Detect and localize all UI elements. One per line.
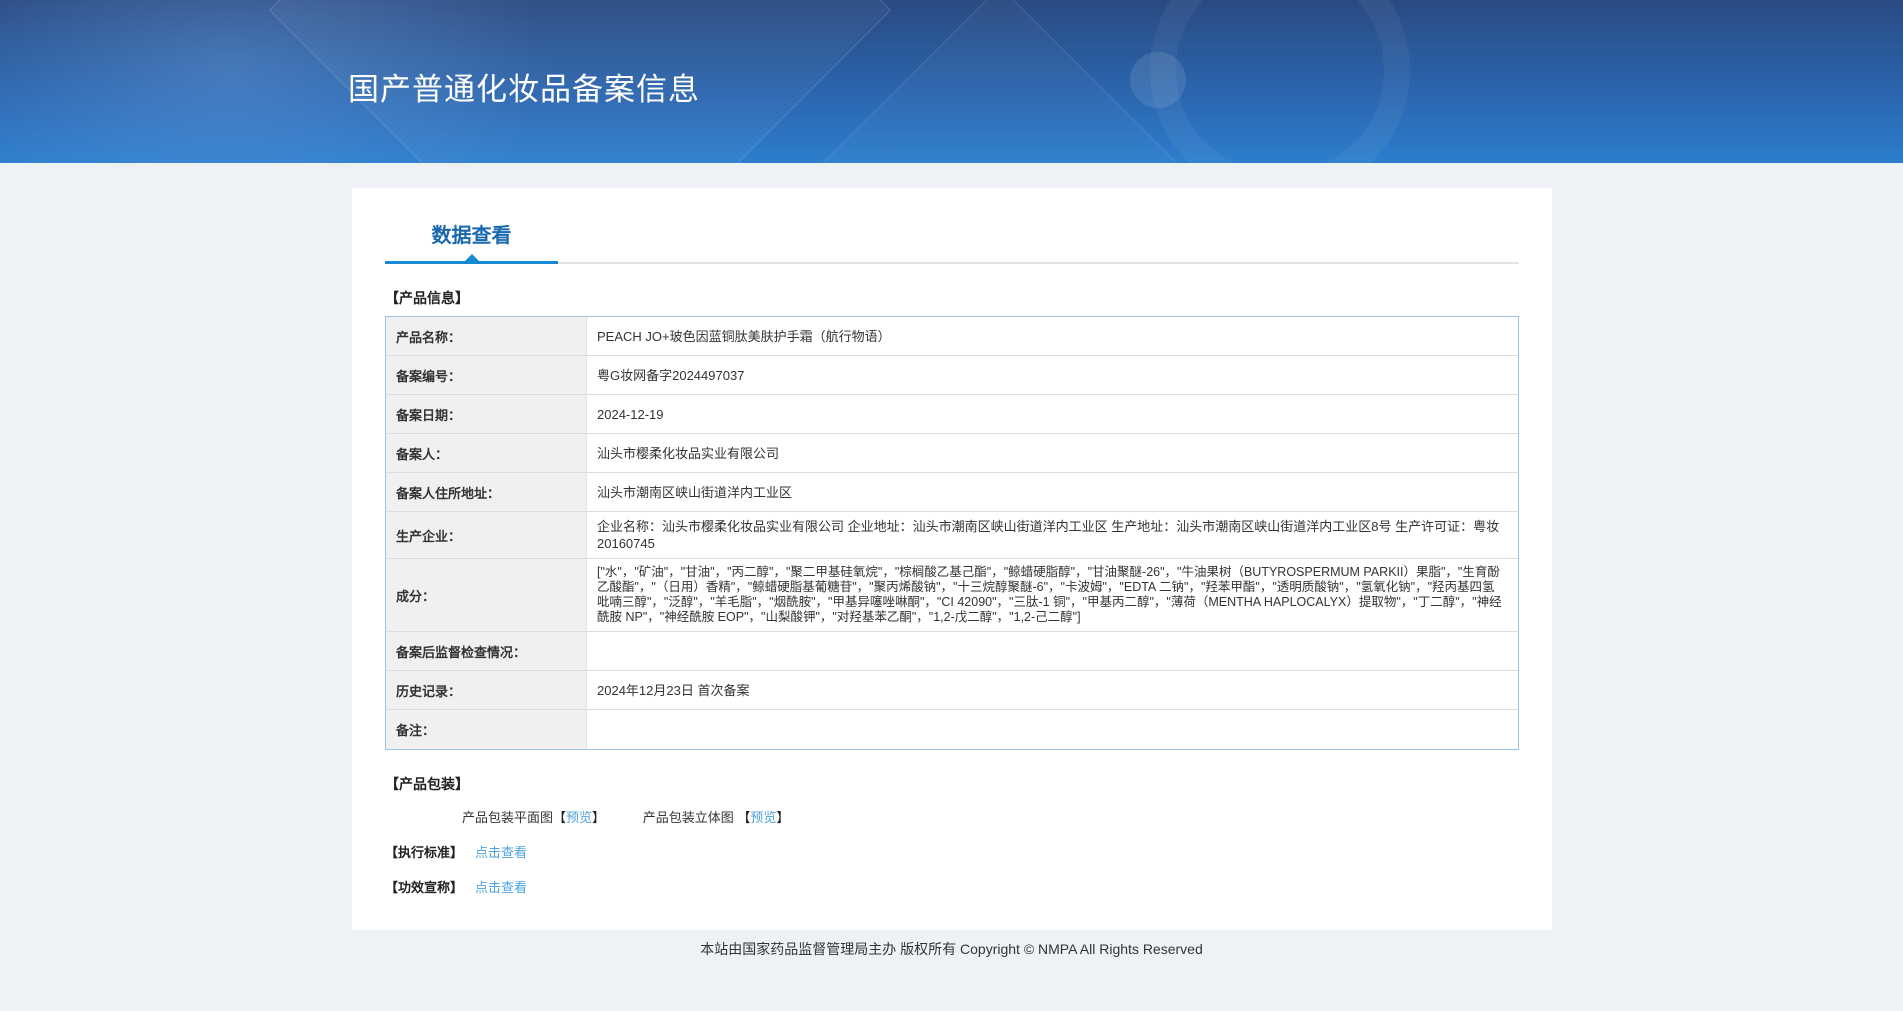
row-label: 成分： xyxy=(386,559,586,631)
row-label: 生产企业： xyxy=(386,512,586,558)
row-supervision-check: 备案后监督检查情况： xyxy=(386,632,1518,671)
row-value: 粤G妆网备字2024497037 xyxy=(586,356,1518,394)
packaging-flat-preview-link[interactable]: 预览 xyxy=(566,810,592,825)
row-filing-date: 备案日期： 2024-12-19 xyxy=(386,395,1518,434)
row-value: ["水"，"矿油"，"甘油"，"丙二醇"，"聚二甲基硅氧烷"，"棕榈酸乙基己酯"… xyxy=(586,559,1518,631)
row-value: PEACH JO+玻色因蓝铜肽美肤护手霜（航行物语） xyxy=(586,317,1518,355)
footer-copyright: 本站由国家药品监督管理局主办 版权所有 Copyright © NMPA All… xyxy=(700,941,1203,957)
section-standard-title: 【执行标准】 xyxy=(385,845,464,860)
row-label: 备案人： xyxy=(386,434,586,472)
row-label: 备注： xyxy=(386,710,586,749)
section-efficacy-title: 【功效宣称】 xyxy=(385,880,464,895)
packaging-stereo-preview-link[interactable]: 预览 xyxy=(750,810,776,825)
packaging-stereo-item: 产品包装立体图 【预览】 xyxy=(643,807,790,826)
row-value xyxy=(586,632,1518,670)
row-label: 产品名称： xyxy=(386,317,586,355)
row-value: 企业名称：汕头市樱柔化妆品实业有限公司 企业地址：汕头市潮南区峡山街道洋内工业区… xyxy=(586,512,1518,558)
packaging-stereo-label: 产品包装立体图 xyxy=(642,810,734,825)
row-label: 备案日期： xyxy=(386,395,586,433)
packaging-flat-item: 产品包装平面图【预览】 xyxy=(462,807,605,826)
row-remarks: 备注： xyxy=(386,710,1518,749)
row-manufacturer: 生产企业： 企业名称：汕头市樱柔化妆品实业有限公司 企业地址：汕头市潮南区峡山街… xyxy=(386,512,1518,559)
row-filer-address: 备案人住所地址： 汕头市潮南区峡山街道洋内工业区 xyxy=(386,473,1518,512)
efficacy-view-link[interactable]: 点击查看 xyxy=(475,880,527,895)
row-label: 备案后监督检查情况： xyxy=(386,632,586,670)
row-label: 备案人住所地址： xyxy=(386,473,586,511)
packaging-flat-label: 产品包装平面图 xyxy=(462,810,554,825)
efficacy-line: 【功效宣称】 点击查看 xyxy=(385,877,1519,896)
row-value xyxy=(586,710,1518,749)
row-label: 备案编号： xyxy=(386,356,586,394)
section-packaging-title: 【产品包装】 xyxy=(385,776,469,792)
footer: 本站由国家药品监督管理局主办 版权所有 Copyright © NMPA All… xyxy=(0,939,1903,959)
product-info-table: 产品名称： PEACH JO+玻色因蓝铜肽美肤护手霜（航行物语） 备案编号： 粤… xyxy=(385,316,1519,750)
row-value: 2024年12月23日 首次备案 xyxy=(586,671,1518,709)
page-title: 国产普通化妆品备案信息 xyxy=(348,72,700,107)
row-filing-number: 备案编号： 粤G妆网备字2024497037 xyxy=(386,356,1518,395)
row-history: 历史记录： 2024年12月23日 首次备案 xyxy=(386,671,1518,710)
bracket-close: 】 xyxy=(776,810,790,825)
bracket-open: 【 xyxy=(737,810,751,825)
row-ingredients: 成分： ["水"，"矿油"，"甘油"，"丙二醇"，"聚二甲基硅氧烷"，"棕榈酸乙… xyxy=(386,559,1518,632)
packaging-line: 产品包装平面图【预览】 产品包装立体图 【预览】 xyxy=(385,807,1519,826)
row-label: 历史记录： xyxy=(386,671,586,709)
banner-decoration xyxy=(1130,52,1186,108)
page-header: 国产普通化妆品备案信息 xyxy=(0,0,1903,163)
standard-view-link[interactable]: 点击查看 xyxy=(475,845,527,860)
banner-decoration xyxy=(1150,0,1410,163)
row-value: 汕头市潮南区峡山街道洋内工业区 xyxy=(586,473,1518,511)
row-product-name: 产品名称： PEACH JO+玻色因蓝铜肽美肤护手霜（航行物语） xyxy=(386,317,1518,356)
standard-line: 【执行标准】 点击查看 xyxy=(385,842,1519,861)
content-card: 数据查看 【产品信息】 产品名称： PEACH JO+玻色因蓝铜肽美肤护手霜（航… xyxy=(352,188,1552,930)
bracket-close: 】 xyxy=(592,810,606,825)
row-value: 2024-12-19 xyxy=(586,395,1518,433)
section-product-info-title: 【产品信息】 xyxy=(385,290,469,306)
tab-data-view-label: 数据查看 xyxy=(431,225,512,247)
bracket-open: 【 xyxy=(553,810,567,825)
tab-data-view[interactable]: 数据查看 xyxy=(385,219,558,264)
row-filer: 备案人： 汕头市樱柔化妆品实业有限公司 xyxy=(386,434,1518,473)
tab-bar: 数据查看 xyxy=(385,219,1519,264)
row-value: 汕头市樱柔化妆品实业有限公司 xyxy=(586,434,1518,472)
